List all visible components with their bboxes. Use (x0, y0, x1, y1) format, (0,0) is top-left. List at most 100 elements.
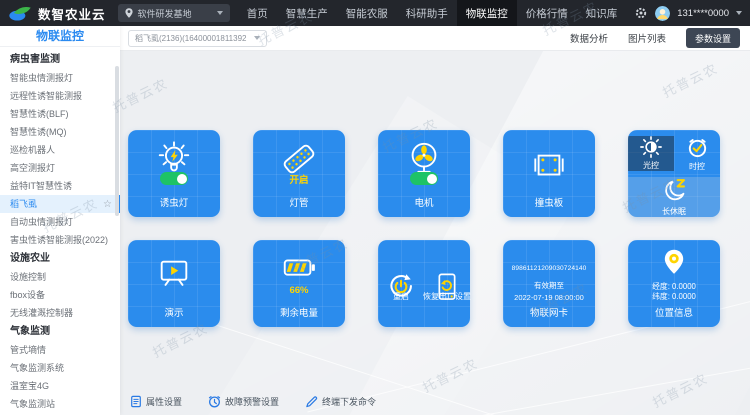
tile-location[interactable]: 经度: 0.0000 纬度: 0.0000 位置信息 (628, 240, 720, 327)
nav-item-research-assistant[interactable]: 科研助手 (397, 0, 457, 26)
tile-power-actions: 重启 恢复出厂设置 (378, 240, 470, 327)
param-settings-button[interactable]: 参数设置 (686, 28, 740, 48)
sidebar-item-weather-system[interactable]: 气象监测系统 (0, 359, 120, 377)
mode-label: 时控 (689, 161, 705, 172)
tile-label: 演示 (128, 305, 220, 319)
battery-icon (280, 249, 318, 289)
restart-label: 重启 (393, 291, 409, 302)
image-list-button[interactable]: 图片列表 (628, 31, 666, 45)
tile-iot-card[interactable]: 89861121209030724140 有效期至 2022-07-19 08:… (503, 240, 595, 327)
lure-lamp-toggle[interactable] (160, 172, 188, 185)
presentation-play-icon (155, 254, 193, 294)
sidebar: 物联监控 病虫害监测 智能虫情测报灯 远程性诱智能测报 智慧性诱(BLF) 智慧… (0, 26, 120, 415)
alarm-clock-icon (686, 136, 709, 159)
footer-action-label: 属性设置 (146, 395, 182, 408)
sidebar-item-fbox-device[interactable]: fbox设备 (0, 286, 120, 304)
user-phone[interactable]: 131****0000 (677, 8, 729, 19)
sidebar-item-auto-insect-lamp[interactable]: 自动虫情测报灯 (0, 213, 120, 231)
sidebar-item-smart-lure-mq[interactable]: 智慧性诱(MQ) (0, 123, 120, 141)
tile-label: 灯管 (253, 195, 345, 209)
tube-status: 开启 (253, 172, 345, 186)
device-select-value: 稻飞虱(2136)(16400001811392 (135, 33, 246, 44)
fault-alert-settings-action[interactable]: 故障预警设置 (208, 395, 279, 408)
sidebar-item-facility-control[interactable]: 设施控制 (0, 268, 120, 286)
tile-demo[interactable]: 演示 (128, 240, 220, 327)
mode-time-control[interactable]: 时控 (674, 136, 720, 172)
tile-battery[interactable]: 66% 剩余电量 (253, 240, 345, 327)
user-menu-chevron-icon[interactable] (736, 11, 742, 15)
app-window: 数智农业云 软件研发基地 首页 智慧生产 智能农服 科研助手 物联监控 价格行情… (0, 0, 750, 415)
avatar[interactable] (655, 6, 670, 21)
sidebar-item-weather-station[interactable]: 气象监测站 (0, 395, 120, 413)
tile-label: 物联网卡 (503, 305, 595, 319)
moon-sleep-icon (661, 177, 688, 204)
main-nav: 首页 智慧生产 智能农服 科研助手 物联监控 价格行情 知识库 (238, 0, 627, 26)
iot-card-iccid: 89861121209030724140 (503, 265, 595, 272)
factory-reset-action[interactable]: 恢复出厂设置 (424, 258, 470, 310)
sidebar-group-weather-monitoring: 气象监测 (0, 322, 120, 341)
mode-label: 长休眠 (662, 206, 686, 217)
tile-lure-lamp[interactable]: 诱虫灯 (128, 130, 220, 217)
sidebar-item-tube-soil-moisture[interactable]: 管式墒情 (0, 341, 120, 359)
nav-item-price-quotes[interactable]: 价格行情 (517, 0, 577, 26)
sidebar-item-patrol-robot[interactable]: 巡检机器人 (0, 141, 120, 159)
sidebar-group-facility-agriculture: 设施农业 (0, 249, 120, 268)
restart-action[interactable]: 重启 (378, 258, 424, 310)
device-select[interactable]: 稻飞虱(2136)(16400001811392 (128, 30, 267, 47)
mode-long-sleep[interactable]: 长休眠 (628, 177, 720, 217)
tile-control-modes: 光控 时控 (628, 130, 720, 217)
factory-reset-label: 恢复出厂设置 (423, 291, 471, 302)
sidebar-item-remote-lure-report[interactable]: 远程性诱智能测报 (0, 87, 120, 105)
content-toolbar: 稻飞虱(2136)(16400001811392 数据分析 图片列表 参数设置 (120, 26, 750, 51)
battery-value: 66% (253, 285, 345, 296)
sidebar-scrollbar[interactable] (115, 66, 119, 216)
sidebar-item-high-altitude-lamp[interactable]: 高空测报灯 (0, 159, 120, 177)
chevron-down-icon (217, 11, 223, 15)
sidebar-title: 物联监控 (0, 26, 120, 47)
base-selector[interactable]: 软件研发基地 (118, 4, 230, 22)
tile-label: 位置信息 (628, 305, 720, 319)
sidebar-item-smart-insect-lamp[interactable]: 智能虫情测报灯 (0, 69, 120, 87)
chevron-down-icon (254, 36, 260, 40)
settings-gear-icon[interactable] (634, 6, 648, 20)
tile-motor[interactable]: 电机 (378, 130, 470, 217)
sidebar-item-greenhouse-4g[interactable]: 温室宝4G (0, 377, 120, 395)
location-coordinates: 经度: 0.0000 纬度: 0.0000 (652, 282, 696, 302)
motor-toggle[interactable] (410, 172, 438, 185)
base-selector-label: 软件研发基地 (138, 7, 212, 20)
tile-label: 诱虫灯 (128, 195, 220, 209)
tile-lamp-tube[interactable]: 开启 灯管 (253, 130, 345, 217)
longitude-value: 经度: 0.0000 (652, 282, 696, 292)
top-navbar: 数智农业云 软件研发基地 首页 智慧生产 智能农服 科研助手 物联监控 价格行情… (0, 0, 750, 26)
footer-action-label: 故障预警设置 (225, 395, 279, 408)
location-pin-icon (658, 246, 690, 280)
mode-label: 光控 (643, 160, 659, 171)
mode-light-control[interactable]: 光控 (628, 136, 674, 171)
attribute-settings-action[interactable]: 属性设置 (130, 395, 182, 408)
nav-item-knowledge-base[interactable]: 知识库 (577, 0, 627, 26)
nav-item-home[interactable]: 首页 (238, 0, 277, 26)
brand-title: 数智农业云 (38, 4, 106, 23)
dashboard-content: 诱虫灯 (120, 51, 750, 415)
star-icon[interactable] (103, 195, 112, 213)
nav-item-smart-production[interactable]: 智慧生产 (277, 0, 337, 26)
tile-label: 剩余电量 (253, 305, 345, 319)
data-analysis-button[interactable]: 数据分析 (570, 31, 608, 45)
sidebar-item-wireless-irrigation[interactable]: 无线灌溉控制器 (0, 304, 120, 322)
terminal-command-action[interactable]: 终端下发命令 (305, 395, 376, 408)
sidebar-group-pest-monitoring: 病虫害监测 (0, 50, 120, 69)
sidebar-item-lure-report-2022[interactable]: 害虫性诱智能测报(2022) (0, 231, 120, 249)
nav-item-agri-service[interactable]: 智能农服 (337, 0, 397, 26)
sidebar-item-rice-planthopper[interactable]: 稻飞虱 (0, 195, 120, 213)
navbar-user-area: 131****0000 (626, 6, 750, 21)
clipboard-icon (130, 395, 142, 408)
latitude-value: 纬度: 0.0000 (652, 292, 696, 302)
tile-strike-board[interactable]: 撞虫板 (503, 130, 595, 217)
nav-item-iot-monitoring[interactable]: 物联监控 (457, 0, 517, 26)
iot-card-valid-until: 2022-07-19 08:00:00 (514, 293, 584, 302)
sidebar-item-smart-lure-blf[interactable]: 智慧性诱(BLF) (0, 105, 120, 123)
alarm-icon (208, 395, 221, 408)
tile-label: 电机 (378, 195, 470, 209)
sidebar-item-yite-it-lure[interactable]: 益特IT智慧性诱 (0, 177, 120, 195)
sun-icon (640, 136, 662, 158)
